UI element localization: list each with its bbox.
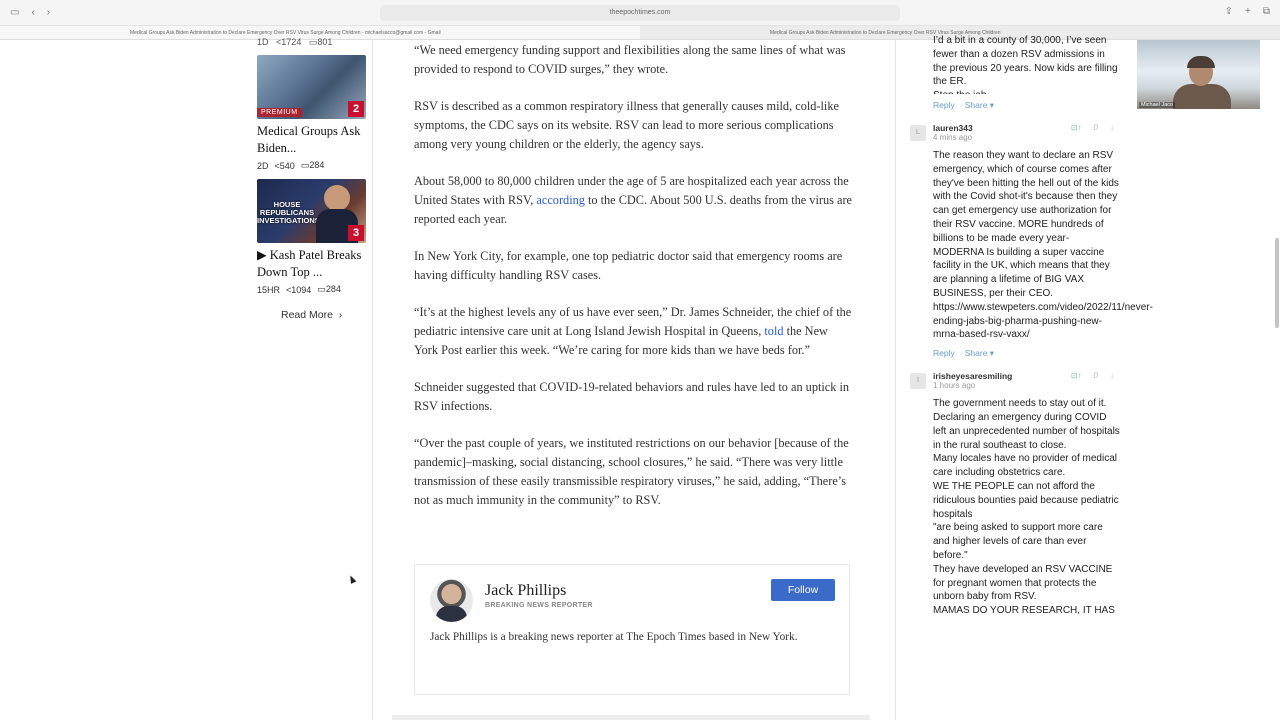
comment-header: L lauren343 4 mins ago ⊡↑ 0 ↓: [908, 123, 1120, 149]
read-more-label: Read More: [281, 309, 333, 321]
rank-badge: 3: [348, 225, 364, 241]
reply-button[interactable]: Reply: [933, 348, 955, 359]
address-bar[interactable]: theepochtimes.com: [380, 5, 900, 21]
story-age: 2D: [257, 160, 269, 171]
comment-actions: Reply Share ▾: [908, 348, 1120, 359]
section-divider: [392, 715, 870, 720]
top-stats: 1D <1724 ▭801: [257, 37, 369, 47]
scrollbar-thumb[interactable]: [1275, 238, 1279, 328]
told-link[interactable]: told: [764, 324, 783, 338]
mouse-cursor-icon: [347, 574, 357, 584]
comments-panel: I’d a bit in a county of 30,000, I’ve se…: [908, 35, 1153, 618]
author-card: Jack Phillips BREAKING NEWS REPORTER Fol…: [414, 564, 850, 695]
story-shares: 540: [279, 160, 295, 171]
column-divider: [895, 40, 896, 720]
author-role: BREAKING NEWS REPORTER: [485, 602, 593, 609]
tab-overview-icon[interactable]: ⧉: [1263, 6, 1270, 17]
trending-sidebar: 1D <1724 ▭801 PREMIUM 2 Medical Groups A…: [257, 37, 369, 321]
story-meta: 2D <540 ▭284: [257, 160, 369, 171]
story-comments: 284: [309, 160, 325, 170]
sidebar-toggle-icon[interactable]: ▭: [10, 7, 19, 18]
story-age: 15HR: [257, 284, 281, 295]
chevron-right-icon: ›: [335, 309, 343, 321]
comment-icon: ▭: [317, 284, 326, 294]
article-paragraph: About 58,000 to 80,000 children under th…: [414, 172, 854, 229]
comment-header: I irisheyesaresmiling 1 hours ago ⊡↑ 0 ↓: [908, 371, 1120, 397]
webcam-name-label: Michael Jaco: [1139, 102, 1176, 108]
upvote-count: 0: [1093, 123, 1098, 132]
downvote-icon[interactable]: ↓: [1110, 123, 1114, 132]
top-stats-age: 1D: [257, 37, 269, 47]
story-title[interactable]: ▶ Kash Patel Breaks Down Top ...: [257, 247, 369, 281]
story-comments: 284: [325, 284, 341, 294]
comment-text: The government needs to stay out of it. …: [933, 398, 1120, 617]
story-meta: 15HR <1094 ▭284: [257, 284, 369, 295]
webcam-person-body: [1173, 84, 1231, 109]
column-divider: [372, 40, 373, 720]
comment-text: The reason they want to declare an RSV e…: [933, 150, 1153, 341]
story-title-text: Kash Patel Breaks Down Top ...: [257, 248, 362, 279]
according-link[interactable]: according: [536, 193, 584, 207]
browser-toolbar: ▭ ‹ › theepochtimes.com ⇪ + ⧉: [0, 0, 1280, 26]
new-tab-icon[interactable]: +: [1245, 6, 1251, 17]
upvote-icon[interactable]: ⊡↑: [1071, 371, 1082, 380]
author-avatar-suit: [436, 606, 467, 622]
story-thumbnail[interactable]: PREMIUM 2: [257, 55, 366, 119]
article-body: “We need emergency funding support and f…: [414, 40, 854, 528]
forward-icon[interactable]: ›: [47, 7, 50, 18]
story-title[interactable]: Medical Groups Ask Biden...: [257, 123, 369, 157]
read-more-link[interactable]: Read More ›: [281, 309, 369, 321]
article-paragraph: “Over the past couple of years, we insti…: [414, 436, 849, 507]
rank-badge: 2: [348, 101, 364, 117]
story-shares: 1094: [291, 284, 312, 295]
author-avatar[interactable]: [430, 579, 473, 622]
share-button[interactable]: Share ▾: [965, 348, 994, 359]
comment-actions: Reply Share ▾: [908, 100, 1120, 111]
thumbnail-overlay-text: HOUSE REPUBLICANS INVESTIGATIONS: [257, 200, 320, 225]
article-paragraph: “We need emergency funding support and f…: [414, 43, 846, 76]
comment-timestamp: 4 mins ago: [933, 133, 973, 142]
play-icon: ▶: [257, 248, 267, 262]
person-photo: [324, 185, 350, 211]
back-icon[interactable]: ‹: [31, 7, 34, 18]
article-paragraph: Schneider suggested that COVID-19-relate…: [414, 380, 850, 413]
share-button[interactable]: Share ▾: [965, 100, 994, 111]
author-name[interactable]: Jack Phillips: [485, 582, 566, 600]
comment-username[interactable]: lauren343: [933, 123, 973, 133]
webcam-person-hair: [1187, 56, 1215, 68]
upvote-icon[interactable]: ⊡↑: [1071, 123, 1082, 132]
comment-username[interactable]: irisheyesaresmiling: [933, 371, 1012, 381]
premium-tag: PREMIUM: [257, 108, 302, 117]
upvote-count: 0: [1093, 371, 1098, 381]
downvote-icon[interactable]: ↓: [1110, 371, 1114, 380]
comment-timestamp: 1 hours ago: [933, 381, 976, 391]
story-thumbnail[interactable]: HOUSE REPUBLICANS INVESTIGATIONS 3: [257, 179, 366, 243]
avatar[interactable]: I: [910, 373, 926, 390]
top-stats-comments: 801: [317, 37, 333, 47]
top-stats-shares: 1724: [281, 37, 302, 47]
webcam-overlay: Michael Jaco: [1137, 40, 1260, 109]
article-paragraph: RSV is described as a common respiratory…: [414, 99, 839, 151]
reply-button[interactable]: Reply: [933, 100, 955, 111]
article-paragraph: In New York City, for example, one top p…: [414, 249, 843, 282]
share-icon[interactable]: ⇪: [1225, 6, 1233, 17]
author-bio: Jack Phillips is a breaking news reporte…: [430, 631, 798, 643]
follow-button[interactable]: Follow: [771, 579, 835, 601]
comment-votes: ⊡↑ 0 ↓: [1071, 123, 1114, 132]
comment-votes: ⊡↑ 0 ↓: [1071, 371, 1114, 380]
comment-text: I’d a bit in a county of 30,000, I’ve se…: [933, 35, 1118, 94]
avatar[interactable]: L: [910, 125, 926, 141]
article-paragraph: “It’s at the highest levels any of us ha…: [414, 303, 854, 360]
